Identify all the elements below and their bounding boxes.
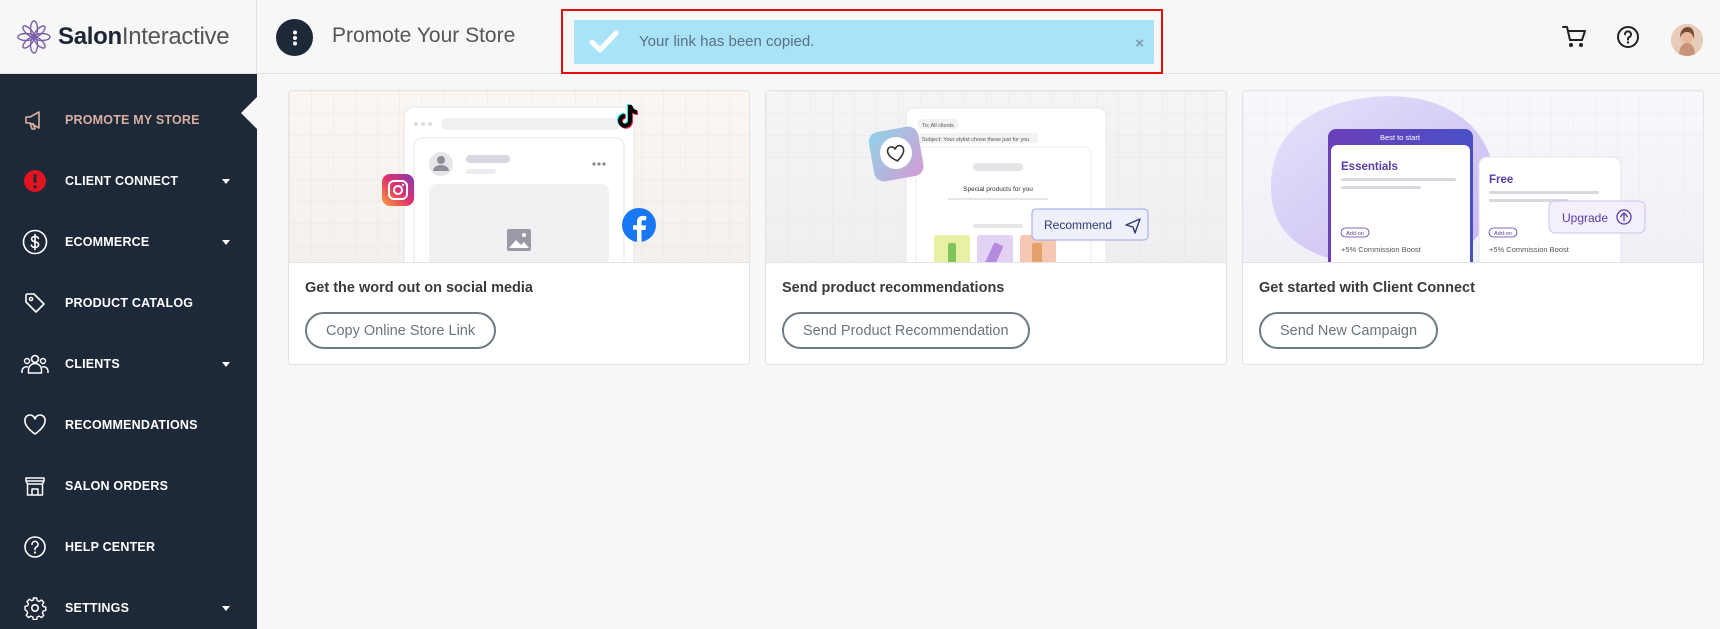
cart-icon bbox=[1562, 26, 1586, 47]
sidebar-item-product-catalog[interactable]: PRODUCT CATALOG bbox=[0, 280, 257, 326]
card-heading: Get the word out on social media bbox=[305, 280, 533, 296]
upgrade-chip-text: Upgrade bbox=[1562, 211, 1608, 225]
card-social-media: Get the word out on social media Copy On… bbox=[288, 90, 750, 365]
sidebar-item-label: SETTINGS bbox=[65, 601, 130, 615]
recommend-chip-text: Recommend bbox=[1044, 218, 1112, 232]
sidebar-item-client-connect[interactable]: CLIENT CONNECT bbox=[0, 158, 257, 204]
free-plan-text: Free bbox=[1489, 174, 1513, 186]
copied-toast: Your link has been copied. × bbox=[574, 20, 1154, 64]
addon-badge-text: Add-on bbox=[1346, 231, 1364, 237]
sidebar-item-label: PRODUCT CATALOG bbox=[65, 296, 194, 310]
essentials-plan-text: Essentials bbox=[1341, 161, 1398, 173]
logo-text-bold: Salon bbox=[58, 23, 122, 50]
commission-boost-text: +5% Commission Boost bbox=[1489, 245, 1570, 254]
page-title: Promote Your Store bbox=[332, 24, 516, 47]
sidebar-item-promote-my-store[interactable]: PROMOTE MY STORE bbox=[0, 97, 257, 143]
special-products-text: Special products for you bbox=[963, 186, 1033, 193]
send-product-recommendation-button[interactable]: Send Product Recommendation bbox=[782, 312, 1030, 349]
sidebar-item-label: HELP CENTER bbox=[65, 540, 156, 554]
email-to-text: To: All clients bbox=[922, 123, 954, 129]
alert-icon bbox=[21, 167, 49, 195]
email-subject-text: Subject: Your stylist chose these just f… bbox=[922, 137, 1029, 143]
chevron-down-icon bbox=[222, 239, 230, 245]
toast-close-button[interactable]: × bbox=[1135, 35, 1144, 52]
logo[interactable]: SalonInteractive bbox=[0, 0, 257, 74]
logo-text-light: Interactive bbox=[121, 23, 230, 50]
addon-badge-text: Add-on bbox=[1494, 231, 1512, 237]
toast-message: Your link has been copied. bbox=[639, 33, 815, 50]
heart-icon bbox=[21, 411, 49, 439]
chevron-down-icon bbox=[222, 605, 230, 611]
sidebar-item-recommendations[interactable]: RECOMMENDATIONS bbox=[0, 402, 257, 448]
send-new-campaign-button[interactable]: Send New Campaign bbox=[1259, 312, 1439, 349]
sidebar-item-salon-orders[interactable]: SALON ORDERS bbox=[0, 463, 257, 509]
card-product-recommendations: To: All clients Subject: Your stylist ch… bbox=[765, 90, 1227, 365]
card-client-connect: Best to start Essentials Add-on +5% Comm… bbox=[1242, 90, 1704, 365]
commission-boost-text: +5% Commission Boost bbox=[1341, 245, 1422, 254]
gear-icon bbox=[21, 594, 49, 622]
sidebar-item-label: SALON ORDERS bbox=[65, 479, 169, 493]
help-icon bbox=[21, 533, 49, 561]
chevron-down-icon bbox=[222, 361, 230, 367]
users-icon bbox=[21, 350, 49, 378]
best-to-start-text: Best to start bbox=[1380, 133, 1421, 142]
store-icon bbox=[21, 472, 49, 500]
social-media-illustration bbox=[289, 91, 749, 263]
sidebar: PROMOTE MY STORE CLIENT CONNECT ECOMMERC… bbox=[0, 74, 257, 629]
sidebar-item-label: ECOMMERCE bbox=[65, 235, 150, 249]
cart-button[interactable] bbox=[1559, 22, 1589, 52]
sidebar-item-label: RECOMMENDATIONS bbox=[65, 418, 198, 432]
chevron-down-icon bbox=[222, 178, 230, 184]
more-menu-button[interactable] bbox=[276, 19, 313, 56]
tag-icon bbox=[21, 289, 49, 317]
sidebar-item-ecommerce[interactable]: ECOMMERCE bbox=[0, 219, 257, 265]
question-icon bbox=[1617, 26, 1639, 48]
client-connect-illustration: Best to start Essentials Add-on +5% Comm… bbox=[1243, 91, 1703, 263]
sidebar-item-label: CLIENT CONNECT bbox=[65, 174, 179, 188]
avatar-photo bbox=[1671, 24, 1703, 56]
sidebar-item-settings[interactable]: SETTINGS bbox=[0, 585, 257, 629]
active-item-indicator bbox=[241, 97, 257, 129]
sidebar-item-label: CLIENTS bbox=[65, 357, 120, 371]
recommendation-illustration: To: All clients Subject: Your stylist ch… bbox=[766, 91, 1226, 263]
help-button[interactable] bbox=[1613, 22, 1643, 52]
sidebar-item-clients[interactable]: CLIENTS bbox=[0, 341, 257, 387]
lotus-logo-icon bbox=[17, 20, 51, 54]
card-heading: Send product recommendations bbox=[782, 280, 1005, 296]
card-heading: Get started with Client Connect bbox=[1259, 280, 1475, 296]
megaphone-icon bbox=[21, 106, 49, 134]
sidebar-item-help-center[interactable]: HELP CENTER bbox=[0, 524, 257, 570]
checkmark-icon bbox=[589, 30, 619, 53]
kebab-icon bbox=[292, 30, 297, 45]
copy-store-link-button[interactable]: Copy Online Store Link bbox=[305, 312, 497, 349]
user-avatar[interactable] bbox=[1671, 24, 1703, 56]
dollar-icon bbox=[21, 228, 49, 256]
sidebar-item-label: PROMOTE MY STORE bbox=[65, 113, 200, 127]
